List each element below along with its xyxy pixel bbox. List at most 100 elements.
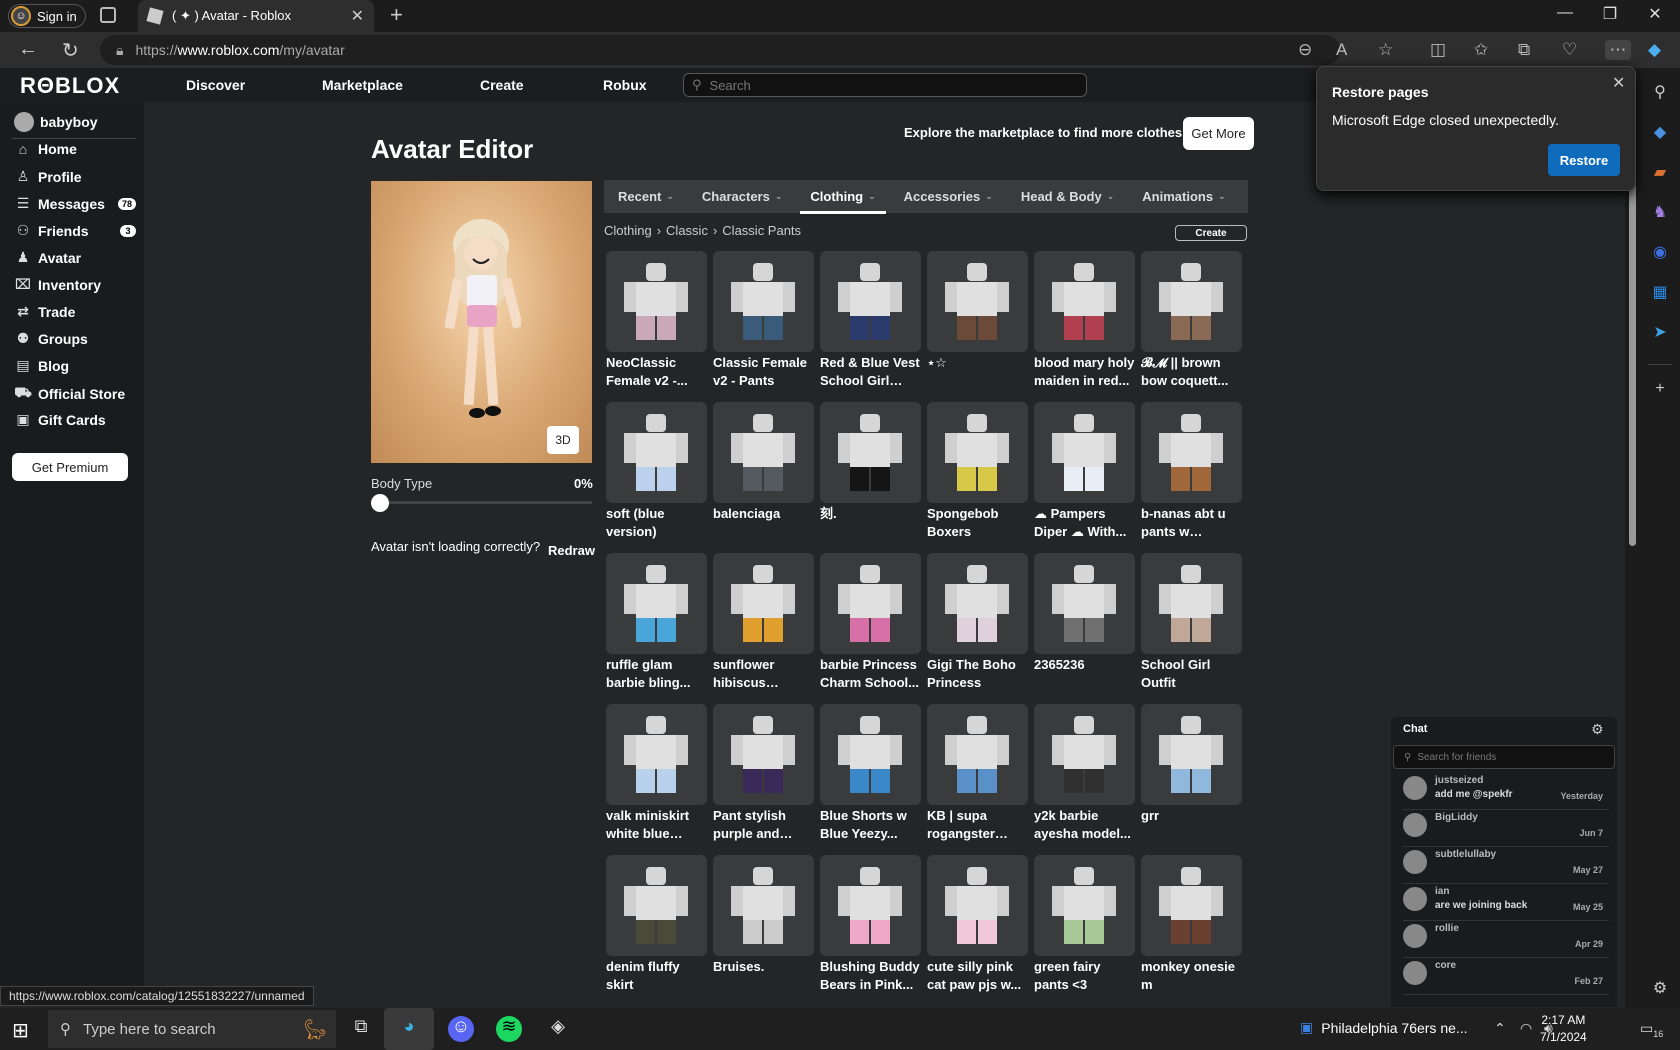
item-card[interactable]: Gigi The Boho Princess xyxy=(927,553,1028,704)
chat-settings-icon[interactable]: ⚙ xyxy=(1591,721,1604,738)
item-card[interactable]: denim fluffy skirt xyxy=(606,855,707,1006)
collections-icon[interactable]: ⧉ xyxy=(1518,40,1530,60)
item-thumbnail[interactable] xyxy=(1141,251,1242,352)
sidebar-item-profile[interactable]: ♙ Profile xyxy=(14,168,136,185)
sidebar-item-friends[interactable]: ⚇ Friends 3 xyxy=(14,222,136,239)
item-thumbnail[interactable] xyxy=(713,402,814,503)
zoom-icon[interactable]: ⊖ xyxy=(1298,40,1312,60)
item-thumbnail[interactable] xyxy=(713,553,814,654)
chat-conversation[interactable]: BigLiddy Jun 7 xyxy=(1403,809,1609,847)
favorites-icon[interactable]: ✩ xyxy=(1474,40,1488,60)
taskbar-search[interactable]: ⚲ Type here to search 🦕︎ xyxy=(48,1010,336,1048)
item-card[interactable]: green fairy pants <3 xyxy=(1034,855,1135,1006)
new-tab-icon[interactable]: + xyxy=(390,2,403,28)
body-type-slider[interactable] xyxy=(371,501,592,504)
item-card[interactable]: School Girl Outfit xyxy=(1141,553,1242,704)
sidebar-item-home[interactable]: ⌂ Home xyxy=(14,141,136,157)
redraw-link[interactable]: Redraw xyxy=(548,543,595,558)
clock[interactable]: 2:17 AM 7/1/2024 xyxy=(1540,1012,1587,1046)
item-thumbnail[interactable] xyxy=(606,855,707,956)
notification-icon[interactable]: ▭16 xyxy=(1640,1020,1663,1039)
item-thumbnail[interactable] xyxy=(820,553,921,654)
item-thumbnail[interactable] xyxy=(820,855,921,956)
item-thumbnail[interactable] xyxy=(927,553,1028,654)
get-premium-button[interactable]: Get Premium xyxy=(12,453,128,481)
item-thumbnail[interactable] xyxy=(713,855,814,956)
item-card[interactable]: valk miniskirt white blue doll... xyxy=(606,704,707,855)
chat-conversation[interactable]: core Feb 27 xyxy=(1403,957,1609,995)
item-thumbnail[interactable] xyxy=(927,402,1028,503)
sidebar-user[interactable]: babyboy xyxy=(14,112,98,132)
back-icon[interactable]: ← xyxy=(18,38,38,61)
item-thumbnail[interactable] xyxy=(606,553,707,654)
item-card[interactable]: NeoClassic Female v2 -... xyxy=(606,251,707,402)
item-card[interactable]: Bruises. xyxy=(713,855,814,1006)
read-aloud-icon[interactable]: A xyxy=(1336,40,1347,60)
item-card[interactable]: Pant stylish purple and blue... xyxy=(713,704,814,855)
item-thumbnail[interactable] xyxy=(820,704,921,805)
task-view-icon[interactable]: ⧉ xyxy=(348,1016,374,1042)
item-card[interactable]: 刻. xyxy=(820,402,921,553)
close-tab-icon[interactable]: ✕ xyxy=(351,6,364,26)
item-card[interactable]: monkey onesie m xyxy=(1141,855,1242,1006)
search-icon[interactable]: ⚲ xyxy=(1650,82,1670,102)
item-thumbnail[interactable] xyxy=(606,402,707,503)
discord-icon[interactable]: ☺ xyxy=(448,1016,474,1042)
item-thumbnail[interactable] xyxy=(1141,704,1242,805)
split-screen-icon[interactable]: ◫ xyxy=(1430,40,1446,60)
item-thumbnail[interactable] xyxy=(1141,402,1242,503)
tab-animations[interactable]: Animations ⌄ xyxy=(1128,180,1239,213)
item-card[interactable]: Blue Shorts w Blue Yeezy... xyxy=(820,704,921,855)
spotify-icon[interactable]: ≋ xyxy=(496,1016,522,1042)
sidebar-item-blog[interactable]: ▤ Blog xyxy=(14,357,136,374)
item-thumbnail[interactable] xyxy=(713,704,814,805)
item-card[interactable]: Spongebob Boxers xyxy=(927,402,1028,553)
browser-essentials-icon[interactable]: ♡ xyxy=(1562,40,1577,60)
send-icon[interactable]: ➤ xyxy=(1650,322,1670,342)
create-button[interactable]: Create xyxy=(1175,225,1247,241)
chat-conversation[interactable]: rollie Apr 29 xyxy=(1403,920,1609,958)
chat-conversation[interactable]: justseized add me @spekfr Yesterday xyxy=(1403,772,1609,810)
breadcrumb-classic[interactable]: Classic xyxy=(666,223,708,238)
item-thumbnail[interactable] xyxy=(927,704,1028,805)
sidebar-item-avatar[interactable]: ♟ Avatar xyxy=(14,249,136,266)
3d-toggle-button[interactable]: 3D xyxy=(547,426,579,454)
outlook-icon[interactable]: ▦ xyxy=(1650,282,1670,302)
item-thumbnail[interactable] xyxy=(606,251,707,352)
item-card[interactable]: cute silly pink cat paw pjs w... xyxy=(927,855,1028,1006)
item-thumbnail[interactable] xyxy=(606,704,707,805)
network-icon[interactable]: ◠ xyxy=(1520,1020,1532,1037)
item-card[interactable]: 2365236 xyxy=(1034,553,1135,704)
item-thumbnail[interactable] xyxy=(1141,553,1242,654)
tab-accessories[interactable]: Accessories ⌄ xyxy=(890,180,1007,213)
item-card[interactable]: soft (blue version) xyxy=(606,402,707,553)
sidebar-item-messages[interactable]: ☰ Messages 78 xyxy=(14,195,136,212)
favorite-star-icon[interactable]: ☆ xyxy=(1378,40,1393,60)
windows-start-icon[interactable]: ⊞ xyxy=(12,1018,29,1043)
toolbox-icon[interactable]: ▰ xyxy=(1650,162,1670,182)
weather-news-widget[interactable]: ▣ Philadelphia 76ers ne... xyxy=(1300,1019,1468,1036)
chat-search-input[interactable]: ⚲ Search for friends xyxy=(1393,745,1615,769)
item-card[interactable]: b-nanas abt u pants w yellaur... xyxy=(1141,402,1242,553)
chat-conversation[interactable]: subtlelullaby May 27 xyxy=(1403,846,1609,884)
more-menu-icon[interactable]: ⋯ xyxy=(1605,40,1631,60)
sidebar-item-official-store[interactable]: ⛟ Official Store xyxy=(14,384,136,403)
item-card[interactable]: 𝓑𝓜 || brown bow coquett... xyxy=(1141,251,1242,402)
nav-create[interactable]: Create xyxy=(480,77,524,93)
add-icon[interactable]: + xyxy=(1650,380,1670,400)
tab-head-body[interactable]: Head & Body ⌄ xyxy=(1007,180,1128,213)
item-thumbnail[interactable] xyxy=(927,251,1028,352)
item-thumbnail[interactable] xyxy=(1141,855,1242,956)
item-card[interactable]: balenciaga xyxy=(713,402,814,553)
item-card[interactable]: grr xyxy=(1141,704,1242,855)
restore-window-icon[interactable]: ❐ xyxy=(1590,4,1630,24)
item-card[interactable]: sunflower hibiscus tropica... xyxy=(713,553,814,704)
item-card[interactable]: KB | supa rogangster Blu... xyxy=(927,704,1028,855)
item-thumbnail[interactable] xyxy=(1034,855,1135,956)
copilot-app-icon[interactable]: ◉ xyxy=(1650,242,1670,262)
page-scrollbar[interactable] xyxy=(1625,68,1640,1008)
restore-button[interactable]: Restore xyxy=(1548,144,1620,176)
item-card[interactable]: Red & Blue Vest School Girl Out... xyxy=(820,251,921,402)
tab-characters[interactable]: Characters ⌄ xyxy=(688,180,796,213)
get-more-button[interactable]: Get More xyxy=(1183,117,1254,150)
